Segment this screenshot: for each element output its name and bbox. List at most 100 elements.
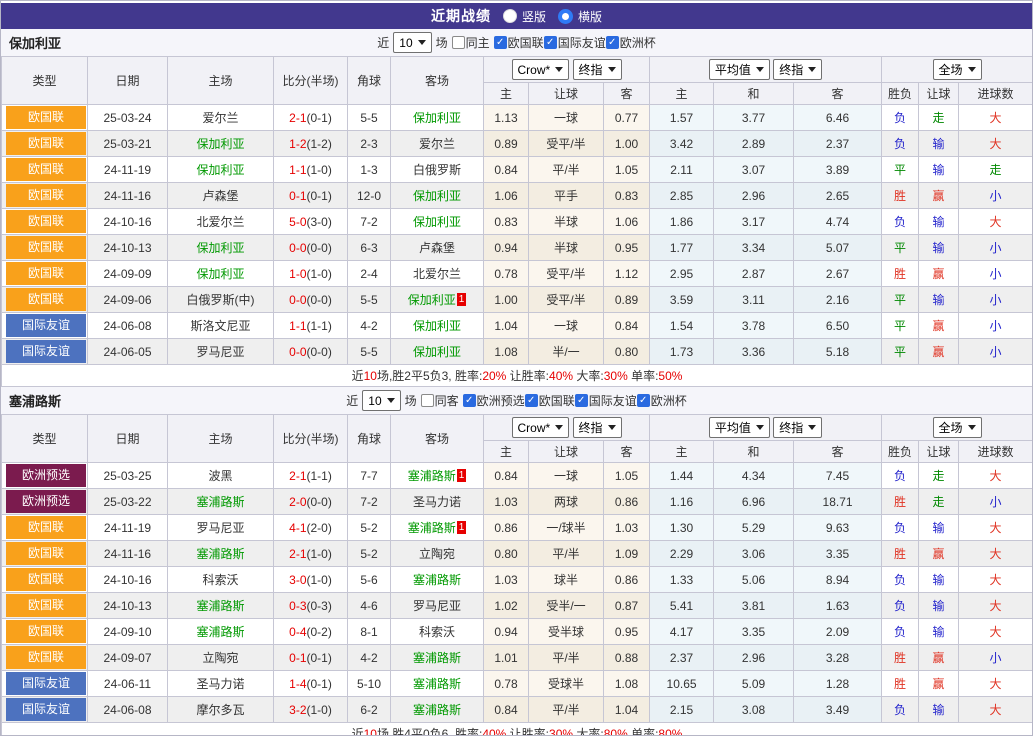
radio-vertical-label: 竖版 [522, 8, 546, 25]
col-header-avg-draw: 和 [714, 83, 794, 105]
result-cell: 负 [882, 697, 919, 723]
match-row: 欧洲预选25-03-25波黑2-1(1-1)7-7塞浦路斯10.84一球1.05… [2, 463, 1033, 489]
score-cell: 2-1(1-1) [274, 463, 348, 489]
odds-handicap-cell: 半/一 [529, 339, 604, 365]
goals-result-cell: 大 [959, 209, 1033, 235]
same-venue-filter[interactable]: 同主 [452, 34, 490, 51]
chevron-down-icon [808, 67, 816, 72]
league-checkbox-checked[interactable]: ✓ [544, 36, 557, 49]
avg-home-cell: 1.30 [650, 515, 714, 541]
league-badge: 欧国联 [6, 646, 86, 669]
layout-radio-horizontal[interactable]: 横版 [558, 8, 602, 25]
goals-result-cell: 大 [959, 593, 1033, 619]
corner-cell: 5-6 [348, 567, 391, 593]
avg-draw-cell: 3.77 [714, 105, 794, 131]
same-venue-filter[interactable]: 同客 [421, 392, 459, 409]
home-team-cell: 塞浦路斯 [168, 541, 274, 567]
avg-home-cell: 3.59 [650, 287, 714, 313]
odds-home-cell: 1.06 [484, 183, 529, 209]
avg-home-cell: 1.77 [650, 235, 714, 261]
avg-away-cell: 6.50 [794, 313, 882, 339]
league-badge: 欧国联 [6, 568, 86, 591]
average-select[interactable]: 平均值 [709, 417, 770, 438]
league-badge: 欧国联 [6, 158, 86, 181]
summary-segment: 让胜率: [506, 727, 549, 736]
home-team-name: 塞浦路斯 [196, 599, 244, 613]
score-cell: 1-1(1-1) [274, 313, 348, 339]
halftime-score: (0-0) [307, 345, 332, 359]
odds-handicap-cell: 平/半 [529, 157, 604, 183]
avg-home-cell: 2.15 [650, 697, 714, 723]
fulltime-select[interactable]: 全场 [933, 417, 982, 438]
result-cell: 胜 [882, 489, 919, 515]
summary-segment: 50% [658, 369, 682, 383]
odds-stage-select[interactable]: 终指 [573, 59, 622, 80]
bookmaker-select[interactable]: Crow* [512, 417, 570, 438]
odds-away-cell: 0.86 [604, 489, 650, 515]
col-header-goals: 进球数 [959, 441, 1033, 463]
odds-away-cell: 1.00 [604, 131, 650, 157]
radio-icon[interactable] [503, 9, 517, 23]
home-team-cell: 卢森堡 [168, 183, 274, 209]
average-stage-select[interactable]: 终指 [773, 417, 822, 438]
league-checkbox-checked[interactable]: ✓ [637, 394, 650, 407]
halftime-score: (1-0) [307, 573, 332, 587]
league-checkbox-checked[interactable]: ✓ [525, 394, 538, 407]
fulltime-select[interactable]: 全场 [933, 59, 982, 80]
goals-result-cell: 小 [959, 645, 1033, 671]
home-team-cell: 爱尔兰 [168, 105, 274, 131]
league-checkbox-checked[interactable]: ✓ [494, 36, 507, 49]
home-team-cell: 白俄罗斯(中) [168, 287, 274, 313]
same-venue-checkbox-unchecked[interactable] [421, 394, 434, 407]
result-cell: 胜 [882, 671, 919, 697]
league-filter[interactable]: ✓欧洲杯 [637, 392, 687, 409]
league-filter[interactable]: ✓欧国联 [525, 392, 575, 409]
date-cell: 24-09-09 [88, 261, 168, 287]
match-count-select[interactable]: 10 [362, 390, 400, 411]
corner-cell: 5-10 [348, 671, 391, 697]
col-header-home: 主场 [168, 415, 274, 463]
odds-home-cell: 1.01 [484, 645, 529, 671]
home-team-name: 立陶宛 [202, 651, 238, 665]
league-filter[interactable]: ✓国际友谊 [544, 34, 606, 51]
avg-home-cell: 1.57 [650, 105, 714, 131]
odds-away-cell: 1.05 [604, 157, 650, 183]
league-badge: 欧洲预选 [6, 464, 86, 487]
league-filter[interactable]: ✓国际友谊 [575, 392, 637, 409]
results-table: 类型 日期 主场 比分(半场) 角球 客场 Crow* 终指 平均值 终指 [1, 414, 1033, 736]
date-cell: 24-10-13 [88, 235, 168, 261]
league-checkbox-checked[interactable]: ✓ [606, 36, 619, 49]
average-select[interactable]: 平均值 [709, 59, 770, 80]
avg-draw-cell: 2.96 [714, 183, 794, 209]
fulltime-score: 3-2 [289, 703, 306, 717]
fulltime-score: 1-0 [289, 267, 306, 281]
away-team-name: 科索沃 [419, 625, 455, 639]
match-count-select[interactable]: 10 [393, 32, 431, 53]
goals-result-cell: 小 [959, 489, 1033, 515]
matches-label: 场 [405, 392, 417, 409]
league-cell: 欧国联 [2, 619, 88, 645]
home-team-cell: 塞浦路斯 [168, 593, 274, 619]
odds-handicap-cell: 一球 [529, 105, 604, 131]
bookmaker-select[interactable]: Crow* [512, 59, 570, 80]
average-stage-select[interactable]: 终指 [773, 59, 822, 80]
home-team-cell: 圣马力诺 [168, 671, 274, 697]
odds-stage-select[interactable]: 终指 [573, 417, 622, 438]
league-checkbox-checked[interactable]: ✓ [575, 394, 588, 407]
league-filter[interactable]: ✓欧洲预选 [463, 392, 525, 409]
odds-away-cell: 1.05 [604, 463, 650, 489]
odds-away-cell: 0.87 [604, 593, 650, 619]
avg-away-cell: 18.71 [794, 489, 882, 515]
same-venue-checkbox-unchecked[interactable] [452, 36, 465, 49]
chevron-down-icon [387, 398, 395, 403]
home-team-cell: 保加利亚 [168, 235, 274, 261]
home-team-name: 塞浦路斯 [196, 547, 244, 561]
odds-home-cell: 1.13 [484, 105, 529, 131]
radio-icon-selected[interactable] [558, 9, 573, 24]
league-filter[interactable]: ✓欧洲杯 [606, 34, 656, 51]
league-checkbox-checked[interactable]: ✓ [463, 394, 476, 407]
odds-home-cell: 0.94 [484, 235, 529, 261]
layout-radio-vertical[interactable]: 竖版 [503, 8, 546, 25]
league-filter[interactable]: ✓欧国联 [494, 34, 544, 51]
summary-segment: 40% [549, 369, 573, 383]
